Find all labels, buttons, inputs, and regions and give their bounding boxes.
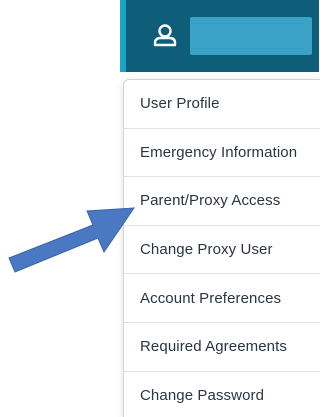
menu-item-label: Emergency Information bbox=[140, 143, 298, 161]
menu-item-label: Required Agreements bbox=[140, 338, 287, 356]
menu-item-account-preferences[interactable]: Account Preferences bbox=[124, 274, 320, 323]
menu-item-change-password[interactable]: Change Password bbox=[124, 372, 320, 417]
menu-item-parent-proxy-access[interactable]: Parent/Proxy Access bbox=[124, 177, 320, 226]
user-dropdown-menu: User Profile Emergency Information Paren… bbox=[123, 79, 320, 417]
menu-item-label: Change Proxy User bbox=[140, 241, 273, 259]
user-menu-toggle[interactable] bbox=[120, 0, 319, 72]
menu-item-label: Change Password bbox=[140, 387, 265, 405]
menu-item-change-proxy-user[interactable]: Change Proxy User bbox=[124, 226, 320, 275]
redacted-username bbox=[190, 17, 312, 55]
screenshot-canvas: User Profile Emergency Information Paren… bbox=[0, 0, 320, 417]
menu-item-label: Parent/Proxy Access bbox=[140, 192, 281, 210]
menu-item-required-agreements[interactable]: Required Agreements bbox=[124, 323, 320, 372]
menu-item-emergency-information[interactable]: Emergency Information bbox=[124, 129, 320, 178]
menu-item-user-profile[interactable]: User Profile bbox=[124, 80, 320, 129]
user-icon bbox=[153, 24, 177, 47]
menu-item-label: User Profile bbox=[140, 95, 220, 113]
menu-item-label: Account Preferences bbox=[140, 289, 282, 307]
